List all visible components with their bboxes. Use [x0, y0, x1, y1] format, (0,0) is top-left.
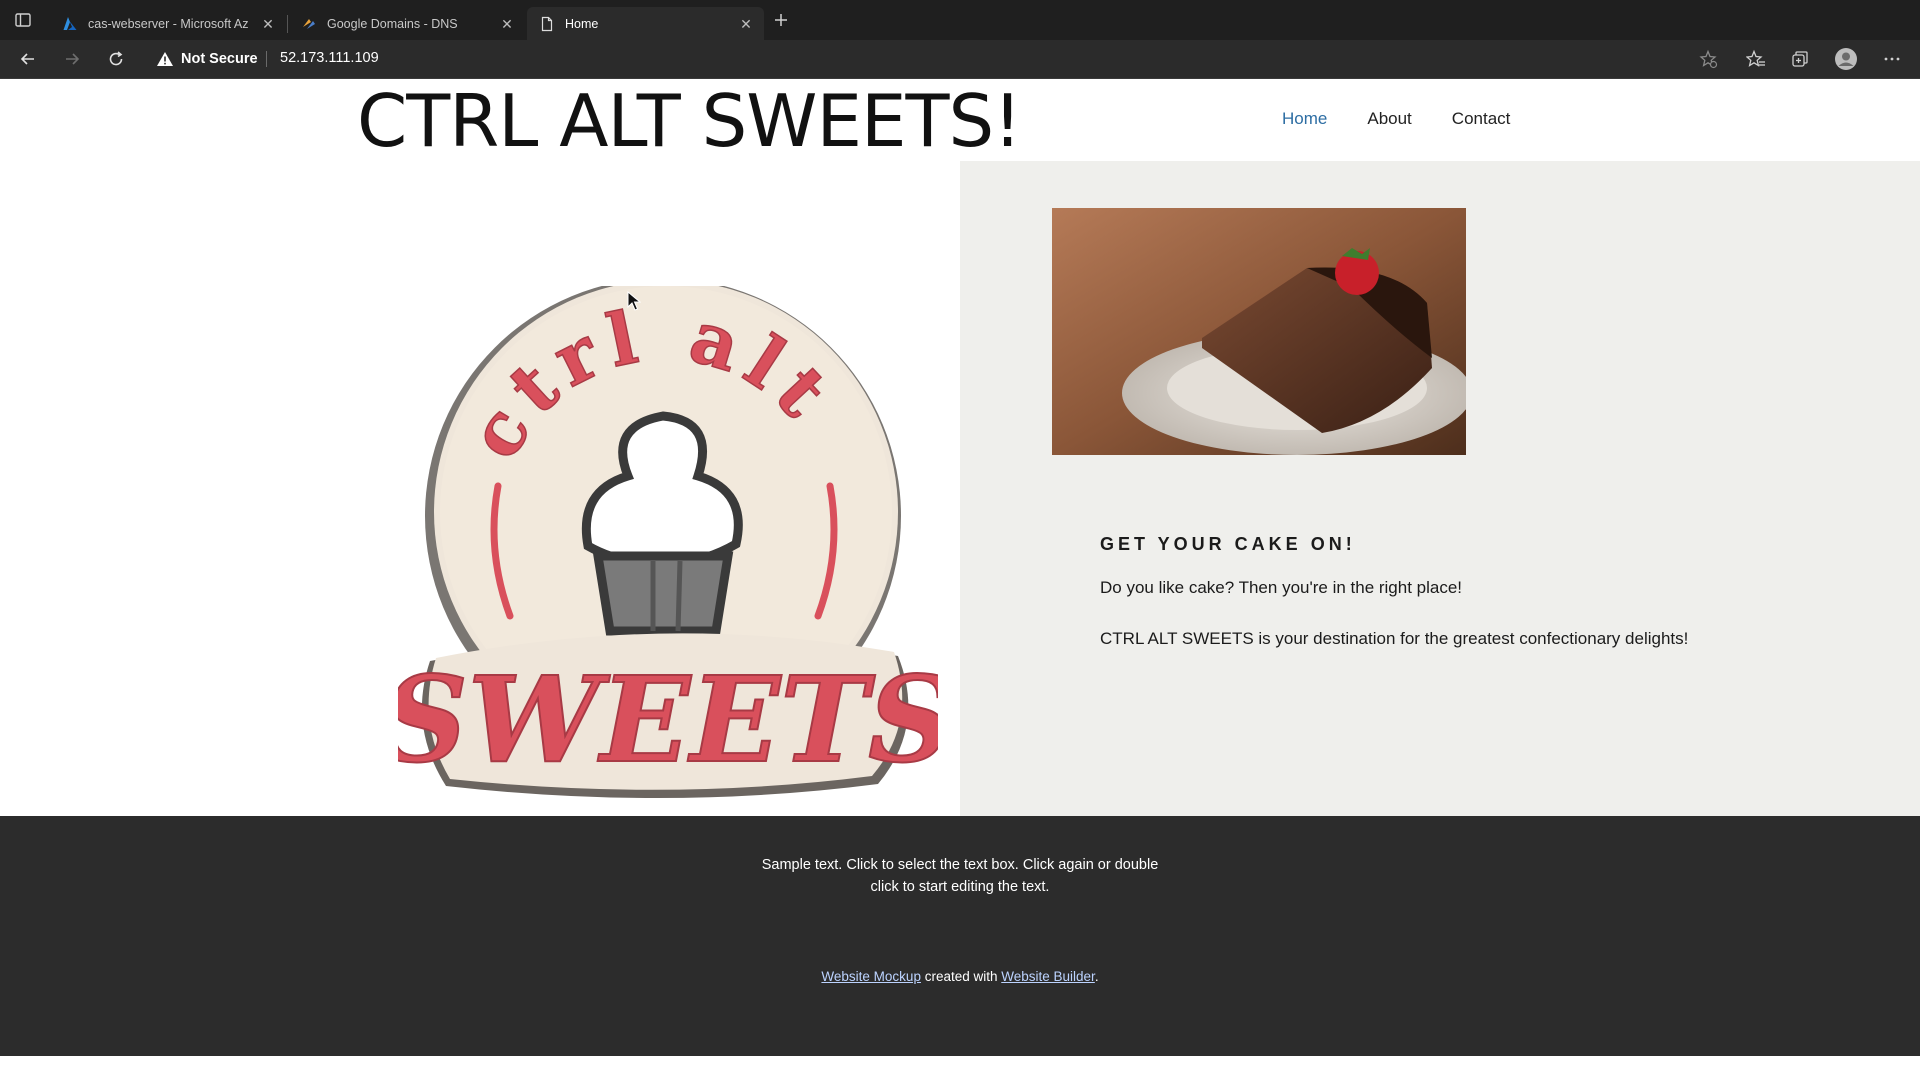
- footer-credit: Website Mockup created with Website Buil…: [0, 969, 1920, 984]
- logo-bottom-text: SWEETS: [398, 650, 938, 789]
- cake-photo: [1052, 208, 1466, 455]
- url-input[interactable]: 52.173.111.109: [280, 50, 379, 66]
- browser-tab-bar: cas-webserver - Microsoft Az ✕ Google Do…: [0, 0, 1920, 40]
- security-indicator[interactable]: Not Secure: [156, 49, 258, 69]
- section-text-2: CTRL ALT SWEETS is your destination for …: [1100, 629, 1689, 648]
- security-label: Not Secure: [181, 51, 258, 67]
- website-builder-link[interactable]: Website Builder: [1001, 969, 1095, 984]
- back-icon[interactable]: [18, 49, 38, 69]
- collections-icon[interactable]: [1790, 49, 1810, 69]
- azure-icon: [63, 16, 77, 30]
- add-favorite-icon[interactable]: [1698, 49, 1718, 69]
- google-domains-icon: [303, 18, 315, 29]
- site-title: CTRL ALT SWEETS!: [357, 79, 1022, 163]
- section-text-1: Do you like cake? Then you're in the rig…: [1100, 578, 1463, 597]
- tab-google-domains[interactable]: Google Domains - DNS ✕: [289, 7, 525, 40]
- url-divider: [266, 51, 267, 67]
- section-heading: GET YOUR CAKE ON!: [1100, 534, 1356, 554]
- close-icon[interactable]: ✕: [738, 16, 754, 32]
- close-icon[interactable]: ✕: [499, 16, 515, 32]
- credit-text: created with: [920, 969, 1002, 984]
- address-bar: Not Secure 52.173.111.109: [0, 40, 1920, 79]
- forward-icon[interactable]: [62, 49, 82, 69]
- nav-contact[interactable]: Contact: [1452, 109, 1511, 129]
- new-tab-icon[interactable]: [772, 11, 790, 29]
- warning-icon: [157, 52, 173, 66]
- tab-divider: [287, 15, 288, 33]
- tab-title: Google Domains - DNS: [327, 16, 458, 31]
- footer-sample-text[interactable]: Sample text. Click to select the text bo…: [750, 854, 1170, 898]
- page-bottom-strip: [0, 1056, 1920, 1080]
- website-mockup-link[interactable]: Website Mockup: [821, 969, 921, 984]
- tab-title: cas-webserver - Microsoft Az: [88, 16, 249, 31]
- credit-period: .: [1094, 969, 1099, 984]
- site-footer: Sample text. Click to select the text bo…: [0, 816, 1920, 1056]
- nav-about[interactable]: About: [1367, 109, 1411, 129]
- page-icon: [541, 16, 553, 31]
- refresh-icon[interactable]: [106, 49, 126, 69]
- ctrl-alt-sweets-logo: ctrl alt SWEETS: [398, 286, 938, 799]
- web-page: CTRL ALT SWEETS! Home About Contact ctrl…: [0, 79, 1920, 1080]
- nav-home[interactable]: Home: [1282, 109, 1327, 129]
- site-nav: Home About Contact: [1282, 109, 1510, 129]
- favorites-icon[interactable]: [1746, 49, 1766, 69]
- tab-title: Home: [565, 16, 599, 31]
- more-icon[interactable]: [1882, 49, 1902, 69]
- tab-actions-icon[interactable]: [14, 11, 32, 29]
- profile-avatar-icon[interactable]: [1834, 47, 1858, 71]
- tab-azure[interactable]: cas-webserver - Microsoft Az ✕: [50, 7, 286, 40]
- tab-home[interactable]: Home ✕: [527, 7, 764, 40]
- mouse-cursor-icon: [627, 291, 641, 311]
- close-icon[interactable]: ✕: [260, 16, 276, 32]
